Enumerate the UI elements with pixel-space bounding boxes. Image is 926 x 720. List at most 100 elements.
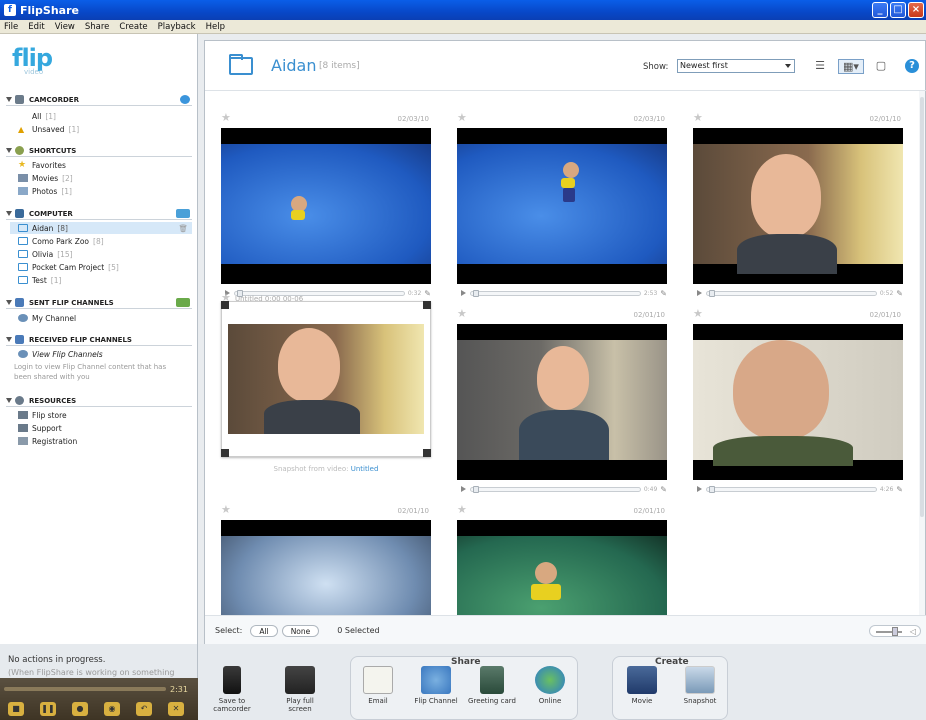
seek-bar[interactable]	[706, 485, 877, 493]
video-thumbnail[interactable]	[221, 520, 431, 615]
collapse-arrow-icon[interactable]	[6, 337, 12, 342]
add-folder-icon[interactable]	[176, 209, 190, 218]
camera-icon[interactable]: ◉	[104, 702, 120, 716]
star-icon[interactable]: ★	[221, 503, 231, 516]
media-tile[interactable]: ★ 02/03/10 0:32 ✎	[221, 91, 431, 298]
trash-icon[interactable]: 🗑	[178, 224, 188, 233]
media-tile[interactable]: ★ 02/03/10 2:53 ✎	[457, 91, 667, 298]
maximize-button[interactable]: □	[890, 2, 906, 18]
media-tile[interactable]: ★ 02/01/10 0:49 ✎	[457, 287, 667, 494]
star-icon[interactable]: ★	[693, 111, 703, 124]
video-thumbnail[interactable]	[693, 324, 903, 480]
sidebar-item-movies[interactable]: Movies [2]	[18, 172, 73, 184]
collapse-arrow-icon[interactable]	[6, 398, 12, 403]
play-icon[interactable]	[697, 486, 702, 492]
photo-frame[interactable]	[221, 301, 431, 457]
stop-icon[interactable]: ■	[8, 702, 24, 716]
sidebar-item-pocket-cam-project[interactable]: Pocket Cam Project [5]	[18, 261, 119, 273]
collapse-arrow-icon[interactable]	[6, 211, 12, 216]
sidebar-item-view-flip-channels[interactable]: View Flip Channels	[18, 348, 103, 360]
sidebar-item-my-channel[interactable]: My Channel	[18, 312, 76, 324]
select-none-button[interactable]: None	[281, 624, 320, 637]
sidebar-item-unsaved[interactable]: ▲ Unsaved [1]	[18, 123, 79, 135]
play-full-screen-button[interactable]: Play full screen	[276, 666, 324, 713]
sort-select[interactable]: Newest first	[677, 59, 795, 73]
section-computer[interactable]: COMPUTER	[6, 208, 192, 220]
select-all-button[interactable]: All	[250, 624, 278, 637]
sidebar-item-photos[interactable]: Photos [1]	[18, 185, 72, 197]
zoom-slider[interactable]: ◁	[869, 625, 921, 637]
speaker-icon[interactable]: ◁	[910, 627, 916, 636]
close-button[interactable]: ×	[908, 2, 924, 18]
sync-icon[interactable]	[180, 95, 190, 104]
section-sent-flip-channels[interactable]: SENT FLIP CHANNELS	[6, 297, 192, 309]
folder-icon	[18, 237, 28, 245]
sidebar-item-registration[interactable]: Registration	[18, 435, 77, 447]
media-tile[interactable]: ★ 02/01/10 4:26 ✎	[693, 287, 903, 494]
star-icon[interactable]: ★	[457, 503, 467, 516]
sidebar-item-flip-store[interactable]: Flip store	[18, 409, 67, 421]
menu-share[interactable]: Share	[85, 22, 110, 32]
collapse-arrow-icon[interactable]	[6, 300, 12, 305]
sidebar-item-all[interactable]: All [1]	[18, 110, 56, 122]
edit-icon[interactable]: ✎	[896, 485, 903, 494]
cancel-icon[interactable]: ✕	[168, 702, 184, 716]
support-icon	[18, 424, 28, 432]
media-tile[interactable]: ★ 02/01/10	[221, 483, 431, 615]
star-icon[interactable]: ★	[457, 307, 467, 320]
section-resources[interactable]: RESOURCES	[6, 395, 192, 407]
snapshot-source-link[interactable]: Untitled	[351, 465, 379, 473]
snapshot-button[interactable]: Snapshot	[676, 666, 724, 705]
sidebar-item-como-park-zoo[interactable]: Como Park Zoo [8]	[18, 235, 104, 247]
menu-bar: File Edit View Share Create Playback Hel…	[0, 20, 926, 34]
star-icon[interactable]: ★	[221, 111, 231, 124]
sidebar-item-favorites[interactable]: ★ Favorites	[18, 159, 66, 171]
sidebar-item-support[interactable]: Support	[18, 422, 62, 434]
video-thumbnail[interactable]	[457, 520, 667, 615]
single-view-icon[interactable]: ▢	[873, 59, 889, 74]
snapshot-tile[interactable]: ★ Untitled 0:00 00-06 Snapshot from vide…	[221, 287, 431, 477]
sidebar-item-test[interactable]: Test [1]	[18, 274, 61, 286]
section-camcorder[interactable]: CAMCORDER	[6, 94, 192, 106]
menu-playback[interactable]: Playback	[158, 22, 196, 32]
menu-create[interactable]: Create	[119, 22, 147, 32]
sidebar-item-aidan[interactable]: Aidan [8] 🗑	[10, 222, 192, 234]
email-button[interactable]: Email	[354, 666, 402, 705]
microphone-icon[interactable]: ●	[72, 702, 88, 716]
menu-help[interactable]: Help	[206, 22, 225, 32]
channel-icon	[15, 335, 24, 344]
vertical-scrollbar[interactable]	[919, 91, 925, 615]
player-seek-bar[interactable]	[4, 687, 166, 691]
collapse-arrow-icon[interactable]	[6, 148, 12, 153]
video-thumbnail[interactable]	[457, 128, 667, 284]
list-view-icon[interactable]: ☰	[812, 59, 828, 74]
online-button[interactable]: Online	[526, 666, 574, 705]
sidebar-item-olivia[interactable]: Olivia [15]	[18, 248, 73, 260]
flip-channel-button[interactable]: Flip Channel	[412, 666, 460, 705]
menu-file[interactable]: File	[4, 22, 18, 32]
video-thumbnail[interactable]	[457, 324, 667, 480]
minimize-button[interactable]: _	[872, 2, 888, 18]
save-to-camcorder-button[interactable]: Save to camcorder	[208, 666, 256, 713]
show-label: Show:	[643, 62, 669, 72]
section-shortcuts[interactable]: SHORTCUTS	[6, 145, 192, 157]
add-channel-icon[interactable]	[176, 298, 190, 307]
movie-button[interactable]: Movie	[618, 666, 666, 705]
collapse-arrow-icon[interactable]	[6, 97, 12, 102]
pause-icon[interactable]: ❚❚	[40, 702, 56, 716]
greeting-card-button[interactable]: Greeting card	[468, 666, 516, 705]
help-icon[interactable]: ?	[905, 59, 919, 73]
video-thumbnail[interactable]	[693, 128, 903, 284]
undo-icon[interactable]: ↶	[136, 702, 152, 716]
star-icon[interactable]: ★	[693, 307, 703, 320]
star-icon[interactable]: ★	[457, 111, 467, 124]
selection-bar: Select: All None 0 Selected ◁	[205, 615, 926, 645]
menu-view[interactable]: View	[55, 22, 75, 32]
grid-view-icon[interactable]: ▦▾	[838, 59, 864, 74]
section-received-flip-channels[interactable]: RECEIVED FLIP CHANNELS	[6, 334, 192, 346]
star-icon: ★	[18, 160, 27, 170]
media-tile[interactable]: ★ 02/01/10 0:52 ✎	[693, 91, 903, 298]
menu-edit[interactable]: Edit	[28, 22, 44, 32]
video-thumbnail[interactable]	[221, 128, 431, 284]
media-tile[interactable]: ★ 02/01/10	[457, 483, 667, 615]
